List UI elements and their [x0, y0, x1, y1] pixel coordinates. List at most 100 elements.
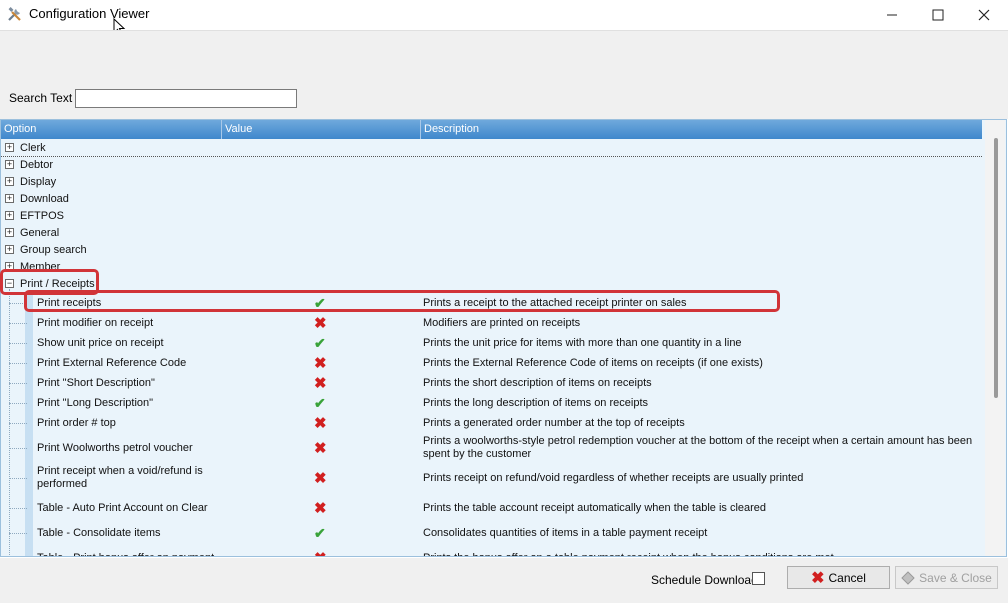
group-row[interactable]: + Clerk — [1, 139, 982, 157]
bottom-bar: Schedule Download ✖ Cancel Save & Close — [0, 558, 1008, 603]
option-row[interactable]: Print receipt when a void/refund is perf… — [1, 463, 982, 493]
option-description: Prints the long description of items on … — [423, 396, 649, 409]
expand-icon[interactable]: + — [5, 228, 14, 237]
checkmark-icon[interactable]: ✔ — [314, 333, 326, 353]
schedule-download-checkbox[interactable] — [752, 572, 765, 585]
option-row[interactable]: Print External Reference Code ✖ Prints the… — [1, 353, 982, 373]
save-close-button-label: Save & Close — [919, 570, 992, 585]
option-row[interactable]: Print "Long Description" ✔ Prints the long… — [1, 393, 982, 413]
option-row[interactable]: Print modifier on receipt ✖ Modifiers are … — [1, 313, 982, 333]
close-icon — [978, 9, 990, 21]
option-row[interactable]: Table - Auto Print Account on Clear ✖ Prin… — [1, 493, 982, 523]
option-row[interactable]: Print "Short Description" ✖ Prints the sho… — [1, 373, 982, 393]
group-label: Debtor — [20, 158, 54, 171]
minimize-icon — [887, 14, 897, 16]
group-row[interactable]: + Display — [1, 173, 982, 190]
checkmark-icon[interactable]: ✔ — [314, 523, 326, 543]
option-description: Prints the unit price for items with mor… — [423, 336, 742, 349]
expand-icon[interactable]: + — [5, 194, 14, 203]
vertical-scrollbar[interactable] — [985, 120, 1005, 556]
maximize-icon — [932, 9, 944, 21]
group-label: Clerk — [20, 141, 46, 154]
group-label: Display — [20, 175, 57, 188]
search-input[interactable] — [75, 89, 297, 108]
option-row[interactable]: Show unit price on receipt ✔ Prints the un… — [1, 333, 982, 353]
group-row[interactable]: + General — [1, 224, 982, 241]
tree-guide-line — [9, 478, 27, 479]
column-header-description[interactable]: Description — [421, 120, 982, 139]
group-row[interactable]: + Debtor — [1, 156, 982, 173]
option-name: Table - Consolidate items — [37, 526, 161, 539]
group-label: Group search — [20, 243, 87, 256]
save-close-button[interactable]: Save & Close — [895, 566, 998, 589]
group-row[interactable]: + EFTPOS — [1, 207, 982, 224]
cross-icon[interactable]: ✖ — [314, 493, 327, 523]
tree-guide-line — [9, 533, 27, 534]
expand-icon[interactable]: + — [5, 177, 14, 186]
option-row[interactable]: Print order # top ✖ Prints a generated ord… — [1, 413, 982, 433]
column-header-option[interactable]: Option — [1, 120, 222, 139]
config-grid: Option Value Description + Clerk + Debtor + D… — [0, 119, 1007, 557]
grid-header: Option Value Description — [1, 120, 982, 139]
cross-icon[interactable]: ✖ — [314, 433, 327, 463]
tree-guide-line — [9, 508, 27, 509]
option-name: Print "Short Description" — [37, 376, 155, 389]
group-row[interactable]: + Group search — [1, 241, 982, 258]
cross-icon[interactable]: ✖ — [314, 543, 327, 556]
cross-icon[interactable]: ✖ — [314, 373, 327, 393]
tree-guide-line — [9, 423, 27, 424]
highlight-box-print-receipts-row — [24, 290, 780, 312]
option-row[interactable]: Table - Consolidate items ✔ Consolidates q… — [1, 523, 982, 543]
option-description: Modifiers are printed on receipts — [423, 316, 581, 329]
scrollbar-thumb[interactable] — [994, 138, 998, 398]
tree-guide-line — [9, 403, 27, 404]
search-label: Search Text — [9, 91, 73, 105]
cancel-button[interactable]: ✖ Cancel — [787, 566, 890, 589]
minimize-button[interactable] — [869, 0, 915, 30]
expand-icon[interactable]: + — [5, 160, 14, 169]
tools-icon — [8, 7, 21, 21]
option-description: Prints a woolworths-style petrol redempt… — [423, 435, 973, 460]
option-name: Print modifier on receipt — [37, 316, 154, 329]
maximize-button[interactable] — [915, 0, 961, 30]
expand-icon[interactable]: + — [5, 143, 14, 152]
option-row[interactable]: Print Woolworths petrol voucher ✖ Prints a… — [1, 433, 982, 463]
option-name: Print Woolworths petrol voucher — [37, 441, 193, 454]
option-description: Prints the short description of items on… — [423, 376, 652, 389]
title-bar: Configuration Viewer — [0, 0, 1008, 36]
option-name: Print receipt when a void/refund is perf… — [37, 465, 203, 490]
option-name: Print External Reference Code — [37, 356, 187, 369]
tree-guide-line — [9, 383, 27, 384]
expand-icon[interactable]: + — [5, 245, 14, 254]
checkmark-icon[interactable]: ✔ — [314, 393, 326, 413]
column-header-value[interactable]: Value — [222, 120, 421, 139]
tree-guide-line — [9, 448, 27, 449]
option-row[interactable]: Table - Print bonus offer on payment ✖ Pri… — [1, 543, 982, 557]
option-name: Print order # top — [37, 416, 116, 429]
cancel-button-label: Cancel — [828, 570, 866, 585]
option-description: Consolidates quantities of items in a ta… — [423, 526, 708, 539]
cross-icon[interactable]: ✖ — [314, 413, 327, 433]
option-name: Table - Print bonus offer on payment — [37, 543, 220, 557]
option-description: Prints the bonus offer on a table paymen… — [423, 543, 979, 557]
save-disk-icon — [901, 570, 915, 585]
schedule-download-label: Schedule Download — [651, 573, 758, 587]
option-description: Prints the External Reference Code of it… — [423, 356, 763, 369]
group-label: General — [20, 226, 60, 239]
option-name: Print "Long Description" — [37, 396, 154, 409]
expand-icon[interactable]: + — [5, 211, 14, 220]
cross-icon[interactable]: ✖ — [314, 353, 327, 373]
group-row[interactable]: + Member — [1, 258, 982, 275]
tree-guide-line — [9, 343, 27, 344]
close-button[interactable] — [961, 0, 1007, 30]
search-bar: Search Text — [0, 79, 1008, 119]
cross-icon[interactable]: ✖ — [314, 463, 327, 493]
option-description: Prints receipt on refund/void regardless… — [423, 471, 804, 484]
group-label: Download — [20, 192, 69, 205]
group-row[interactable]: + Download — [1, 190, 982, 207]
toolbar-area — [0, 30, 1008, 80]
tree-guide-line — [9, 363, 27, 364]
tree-guide-line — [9, 289, 11, 556]
window-title: Configuration Viewer — [29, 6, 150, 21]
cross-icon[interactable]: ✖ — [314, 313, 327, 333]
